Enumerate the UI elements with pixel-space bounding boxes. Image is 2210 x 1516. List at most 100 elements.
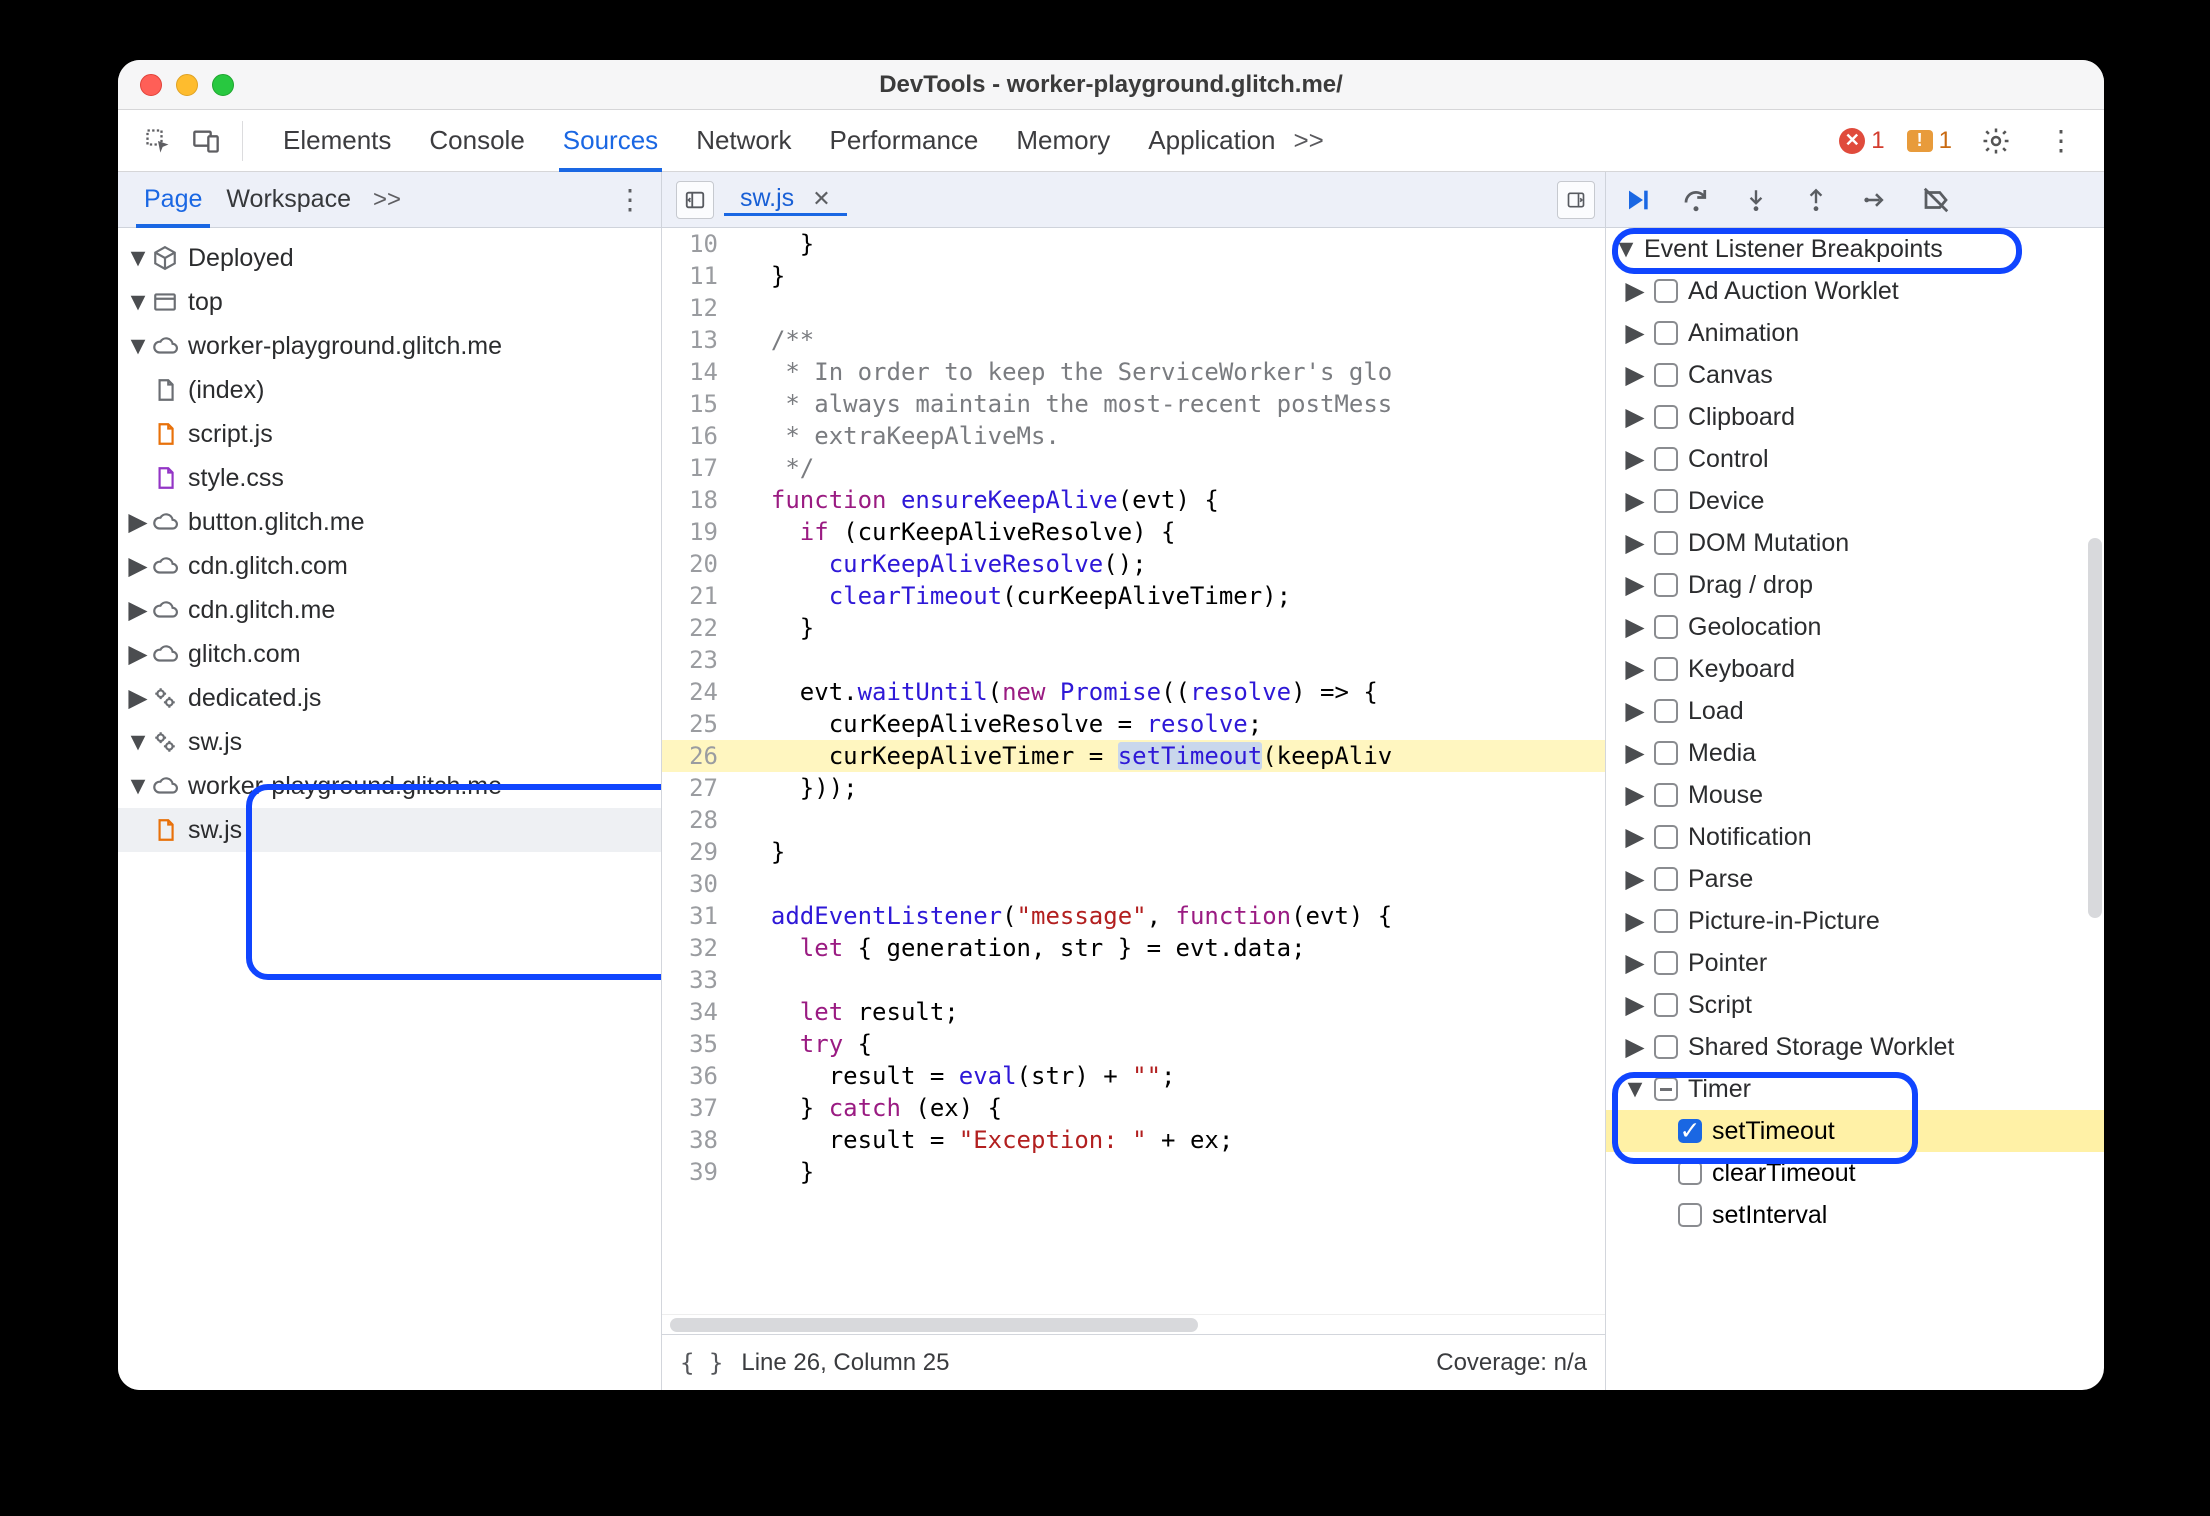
tree-deployed[interactable]: ▼Deployed [118,236,661,280]
breakpoint-category[interactable]: ▶Animation [1606,312,2104,354]
step-into-button[interactable] [1738,182,1774,218]
code-line[interactable]: 39 } [662,1156,1605,1188]
device-toolbar-icon[interactable] [184,119,228,163]
breakpoint-category[interactable]: ▶Keyboard [1606,648,2104,690]
checkbox[interactable] [1654,279,1678,303]
line-number[interactable]: 35 [662,1028,732,1060]
breakpoint-category[interactable]: ▶Clipboard [1606,396,2104,438]
line-number[interactable]: 33 [662,964,732,996]
line-number[interactable]: 14 [662,356,732,388]
code-line[interactable]: 38 result = "Exception: " + ex; [662,1124,1605,1156]
line-number[interactable]: 26 [662,740,732,772]
close-file-tab-button[interactable]: ✕ [804,186,838,212]
line-number[interactable]: 21 [662,580,732,612]
code-line[interactable]: 16 * extraKeepAliveMs. [662,420,1605,452]
line-number[interactable]: 34 [662,996,732,1028]
tree-origin[interactable]: ▶button.glitch.me [118,500,661,544]
code-line[interactable]: 15 * always maintain the most-recent pos… [662,388,1605,420]
code-line[interactable]: 14 * In order to keep the ServiceWorker'… [662,356,1605,388]
code-line[interactable]: 29 } [662,836,1605,868]
checkbox[interactable] [1678,1161,1702,1185]
line-number[interactable]: 39 [662,1156,732,1188]
tree-origin[interactable]: ▼worker-playground.glitch.me [118,764,661,808]
inspect-element-icon[interactable] [136,119,180,163]
code-line[interactable]: 33 [662,964,1605,996]
more-navigator-tabs-button[interactable]: >> [363,186,401,214]
main-tab-elements[interactable]: Elements [283,110,391,171]
checkbox[interactable] [1654,951,1678,975]
toggle-navigator-button[interactable] [676,181,714,219]
line-number[interactable]: 36 [662,1060,732,1092]
breakpoint-category[interactable]: ▶Pointer [1606,942,2104,984]
checkbox[interactable] [1654,657,1678,681]
zoom-window-button[interactable] [212,74,234,96]
event-listener-breakpoints-header[interactable]: ▼ Event Listener Breakpoints [1606,228,2104,270]
line-number[interactable]: 23 [662,644,732,676]
breakpoint-category-timer[interactable]: ▼ Timer [1606,1068,2104,1110]
tree-origin[interactable]: ▶cdn.glitch.com [118,544,661,588]
line-number[interactable]: 18 [662,484,732,516]
breakpoint-category[interactable]: ▶Mouse [1606,774,2104,816]
code-line[interactable]: 23 [662,644,1605,676]
breakpoint-item[interactable]: ✓setTimeout [1606,1110,2104,1152]
code-line[interactable]: 37 } catch (ex) { [662,1092,1605,1124]
line-number[interactable]: 38 [662,1124,732,1156]
step-button[interactable] [1858,182,1894,218]
checkbox[interactable] [1654,1035,1678,1059]
main-tab-application[interactable]: Application [1148,110,1275,171]
deactivate-breakpoints-button[interactable] [1918,182,1954,218]
code-line[interactable]: 13 /** [662,324,1605,356]
close-window-button[interactable] [140,74,162,96]
line-number[interactable]: 20 [662,548,732,580]
code-line[interactable]: 34 let result; [662,996,1605,1028]
breakpoint-category[interactable]: ▶Notification [1606,816,2104,858]
line-number[interactable]: 10 [662,228,732,260]
tree-origin[interactable]: ▶glitch.com [118,632,661,676]
breakpoint-category[interactable]: ▶Script [1606,984,2104,1026]
code-line[interactable]: 20 curKeepAliveResolve(); [662,548,1605,580]
more-tabs-button[interactable]: >> [1276,125,1324,156]
checkbox[interactable] [1654,615,1678,639]
code-line[interactable]: 32 let { generation, str } = evt.data; [662,932,1605,964]
warnings-indicator[interactable]: ! 1 [1907,127,1952,155]
main-tab-network[interactable]: Network [696,110,791,171]
line-number[interactable]: 11 [662,260,732,292]
settings-button[interactable] [1974,119,2018,163]
line-number[interactable]: 30 [662,868,732,900]
code-line[interactable]: 30 [662,868,1605,900]
code-line[interactable]: 26 curKeepAliveTimer = setTimeout(keepAl… [662,740,1605,772]
tree-origin[interactable]: ▼worker-playground.glitch.me [118,324,661,368]
breakpoint-category[interactable]: ▶Ad Auction Worklet [1606,270,2104,312]
line-number[interactable]: 19 [662,516,732,548]
line-number[interactable]: 12 [662,292,732,324]
breakpoint-category[interactable]: ▶Control [1606,438,2104,480]
code-line[interactable]: 21 clearTimeout(curKeepAliveTimer); [662,580,1605,612]
breakpoint-category[interactable]: ▶Drag / drop [1606,564,2104,606]
tree-origin[interactable]: ▶cdn.glitch.me [118,588,661,632]
code-line[interactable]: 31 addEventListener("message", function(… [662,900,1605,932]
resume-button[interactable] [1618,182,1654,218]
checkbox[interactable] [1654,363,1678,387]
breakpoint-category[interactable]: ▶DOM Mutation [1606,522,2104,564]
checkbox[interactable] [1654,489,1678,513]
tree-file-index[interactable]: (index) [118,368,661,412]
checkbox-mixed[interactable] [1654,1077,1678,1101]
main-tab-sources[interactable]: Sources [563,110,658,171]
step-out-button[interactable] [1798,182,1834,218]
checkbox[interactable] [1678,1203,1702,1227]
line-number[interactable]: 15 [662,388,732,420]
code-line[interactable]: 18 function ensureKeepAlive(evt) { [662,484,1605,516]
breakpoint-category[interactable]: ▶Canvas [1606,354,2104,396]
step-over-button[interactable] [1678,182,1714,218]
code-line[interactable]: 11 } [662,260,1605,292]
breakpoint-category[interactable]: ▶Shared Storage Worklet [1606,1026,2104,1068]
breakpoint-category[interactable]: ▶Geolocation [1606,606,2104,648]
breakpoint-category[interactable]: ▶Load [1606,690,2104,732]
breakpoint-category[interactable]: ▶Parse [1606,858,2104,900]
tree-worker-sw[interactable]: ▼sw.js [118,720,661,764]
source-editor[interactable]: 10 }11 }1213 /**14 * In order to keep th… [662,228,1605,1314]
line-number[interactable]: 37 [662,1092,732,1124]
checkbox[interactable] [1654,321,1678,345]
checkbox[interactable] [1654,699,1678,723]
checkbox[interactable] [1654,447,1678,471]
